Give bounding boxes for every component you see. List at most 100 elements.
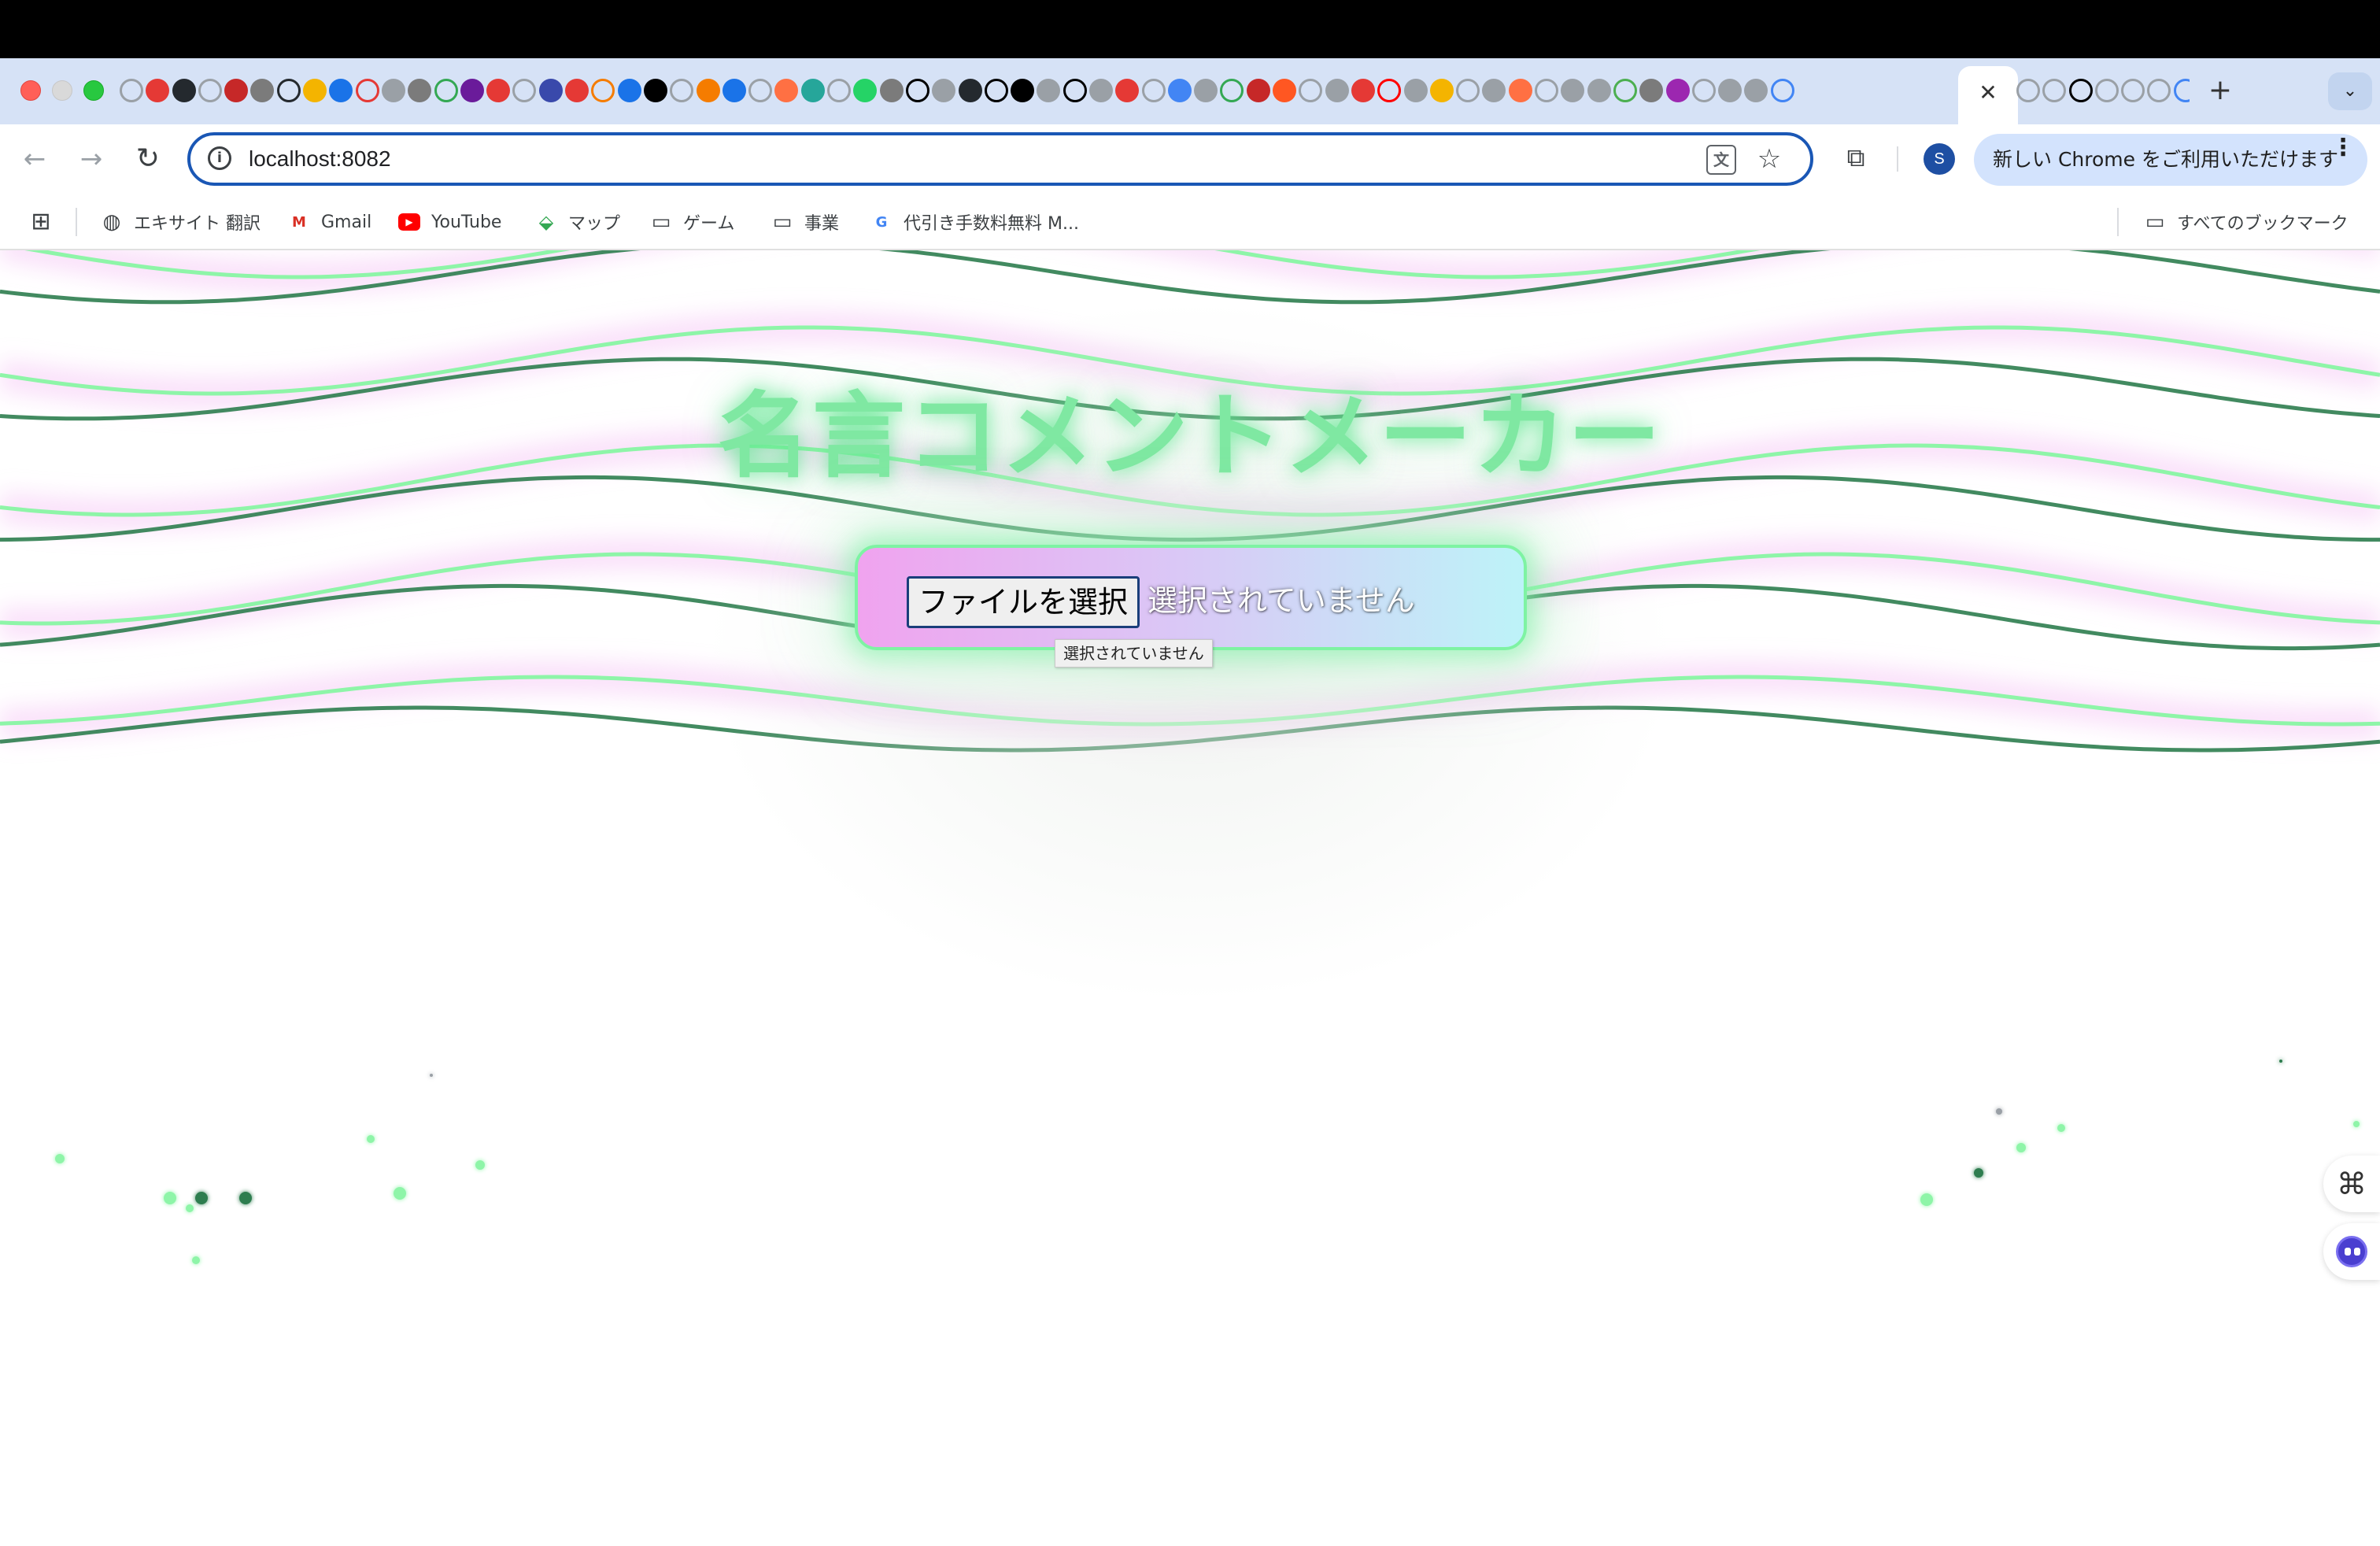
- tab-favicon-icon[interactable]: [1299, 79, 1323, 102]
- tab-favicon-icon[interactable]: [984, 79, 1008, 102]
- bookmark-folder-business[interactable]: ▭ 事業: [771, 208, 839, 236]
- tab-favicon-icon[interactable]: [250, 79, 275, 102]
- tab-favicon-icon[interactable]: [696, 79, 720, 102]
- tab-favicon-icon[interactable]: [879, 79, 904, 102]
- tab-favicon-icon[interactable]: [1429, 79, 1454, 102]
- tab-favicon-icon[interactable]: [172, 79, 196, 102]
- tab-favicon-icon[interactable]: [2016, 79, 2040, 102]
- chrome-update-button[interactable]: 新しい Chrome をご利用いただけます ⋮: [1974, 134, 2367, 186]
- tab-favicon-icon[interactable]: [460, 79, 484, 102]
- tab-favicon-icon[interactable]: [617, 79, 641, 102]
- tab-favicon-icon[interactable]: [748, 79, 773, 102]
- tab-favicon-icon[interactable]: [486, 79, 511, 102]
- tab-favicon-icon[interactable]: [1561, 79, 1585, 102]
- tab-favicon-icon[interactable]: [355, 79, 379, 102]
- tab-favicon-icon[interactable]: [381, 79, 405, 102]
- tab-favicon-icon[interactable]: [512, 79, 537, 102]
- tab-favicon-icon[interactable]: [958, 79, 982, 102]
- tab-favicon-icon[interactable]: [905, 79, 929, 102]
- tab-favicon-icon[interactable]: [1587, 79, 1611, 102]
- profile-avatar[interactable]: S: [1924, 143, 1955, 175]
- tab-favicon-icon[interactable]: [1613, 79, 1637, 102]
- tab-favicon-icon[interactable]: [1141, 79, 1166, 102]
- tab-favicon-icon[interactable]: [2094, 79, 2119, 102]
- translate-icon[interactable]: 文: [1706, 145, 1736, 175]
- tab-favicon-icon[interactable]: [146, 79, 170, 102]
- bookmark-youtube[interactable]: ▶ YouTube: [398, 208, 501, 236]
- url-text[interactable]: localhost:8082: [249, 143, 391, 175]
- tab-favicon-icon[interactable]: [1403, 79, 1428, 102]
- close-tab-icon[interactable]: ✕: [1975, 80, 2001, 105]
- tab-favicon-icon[interactable]: [1246, 79, 1270, 102]
- tab-favicon-icon[interactable]: [932, 79, 956, 102]
- tab-favicon-icon[interactable]: [565, 79, 589, 102]
- bookmark-excite-translate[interactable]: ◍ エキサイト 翻訳: [101, 208, 261, 236]
- tab-favicon-icon[interactable]: [1482, 79, 1506, 102]
- tab-favicon-icon[interactable]: [276, 79, 301, 102]
- tab-favicon-icon[interactable]: [1456, 79, 1480, 102]
- tab-favicon-icon[interactable]: [1273, 79, 1297, 102]
- address-bar[interactable]: i localhost:8082 文 ☆: [187, 132, 1813, 186]
- tab-favicon-icon[interactable]: [1508, 79, 1532, 102]
- tab-favicon-icon[interactable]: [643, 79, 667, 102]
- tab-favicon-icon[interactable]: [2042, 79, 2067, 102]
- tab-favicon-icon[interactable]: [434, 79, 458, 102]
- tab-favicon-icon[interactable]: [853, 79, 878, 102]
- tab-favicon-icon[interactable]: [1718, 79, 1743, 102]
- extensions-puzzle-icon[interactable]: ⧉: [1837, 139, 1875, 176]
- tab-favicon-icon[interactable]: [408, 79, 432, 102]
- tab-favicon-icon[interactable]: [1535, 79, 1559, 102]
- tab-search-button[interactable]: ⌄: [2328, 72, 2372, 110]
- tab-favicon-icon[interactable]: [722, 79, 746, 102]
- all-bookmarks-button[interactable]: ▭ すべてのブックマーク: [2144, 208, 2349, 236]
- tab-favicon-icon[interactable]: [538, 79, 563, 102]
- active-tab[interactable]: ✕: [1958, 66, 2018, 124]
- tab-favicon-icon[interactable]: [2121, 79, 2145, 102]
- chrome-menu-icon[interactable]: ⋮: [2331, 134, 2355, 161]
- tab-favicon-icon[interactable]: [827, 79, 852, 102]
- tab-favicon-icon[interactable]: [1167, 79, 1192, 102]
- bookmark-star-icon[interactable]: ☆: [1752, 142, 1787, 176]
- back-button[interactable]: ←: [16, 140, 54, 178]
- tab-favicon-icon[interactable]: [303, 79, 327, 102]
- tab-favicon-icon[interactable]: [1325, 79, 1349, 102]
- minimize-window-button[interactable]: [52, 80, 72, 101]
- apps-grid-icon[interactable]: ⊞: [27, 208, 55, 236]
- tab-favicon-icon[interactable]: [2068, 79, 2093, 102]
- tab-favicon-icon[interactable]: [1194, 79, 1218, 102]
- tab-favicon-icon[interactable]: [1351, 79, 1375, 102]
- tab-favicon-icon[interactable]: [800, 79, 825, 102]
- tab-favicon-icon[interactable]: [670, 79, 694, 102]
- tab-favicon-icon[interactable]: [1062, 79, 1087, 102]
- tab-favicon-icon[interactable]: [1639, 79, 1664, 102]
- close-window-button[interactable]: [20, 80, 41, 101]
- tab-favicon-icon[interactable]: [1037, 79, 1061, 102]
- tab-favicon-icon[interactable]: [2147, 79, 2171, 102]
- tab-favicon-icon[interactable]: [2173, 79, 2190, 102]
- tab-favicon-icon[interactable]: [1665, 79, 1690, 102]
- tab-favicon-icon[interactable]: [329, 79, 353, 102]
- bookmark-gmail[interactable]: M Gmail: [288, 208, 371, 236]
- tab-favicon-icon[interactable]: [1770, 79, 1794, 102]
- maximize-window-button[interactable]: [83, 80, 104, 101]
- tab-favicon-icon[interactable]: [1744, 79, 1768, 102]
- tab-favicon-icon[interactable]: [1220, 79, 1244, 102]
- bookmark-cod-free[interactable]: G 代引き手数料無料 M...: [870, 208, 1079, 236]
- reload-button[interactable]: ↻: [129, 140, 167, 178]
- tab-favicon-icon[interactable]: [1088, 79, 1113, 102]
- tab-favicon-icon[interactable]: [591, 79, 615, 102]
- tab-favicon-icon[interactable]: [1377, 79, 1402, 102]
- assistant-bot-button[interactable]: [2323, 1223, 2380, 1280]
- command-shortcut-icon[interactable]: ⌘: [2323, 1156, 2380, 1212]
- new-tab-button[interactable]: +: [2205, 76, 2235, 105]
- bookmark-maps[interactable]: ⬙ マップ: [535, 208, 620, 236]
- tab-favicon-icon[interactable]: [120, 79, 143, 102]
- choose-file-button[interactable]: ファイルを選択: [907, 576, 1140, 628]
- tab-favicon-icon[interactable]: [198, 79, 222, 102]
- tab-favicon-icon[interactable]: [1011, 79, 1035, 102]
- site-info-icon[interactable]: i: [208, 146, 231, 170]
- tab-favicon-icon[interactable]: [774, 79, 799, 102]
- tab-favicon-icon[interactable]: [224, 79, 249, 102]
- forward-button[interactable]: →: [72, 140, 110, 178]
- tab-favicon-icon[interactable]: [1115, 79, 1140, 102]
